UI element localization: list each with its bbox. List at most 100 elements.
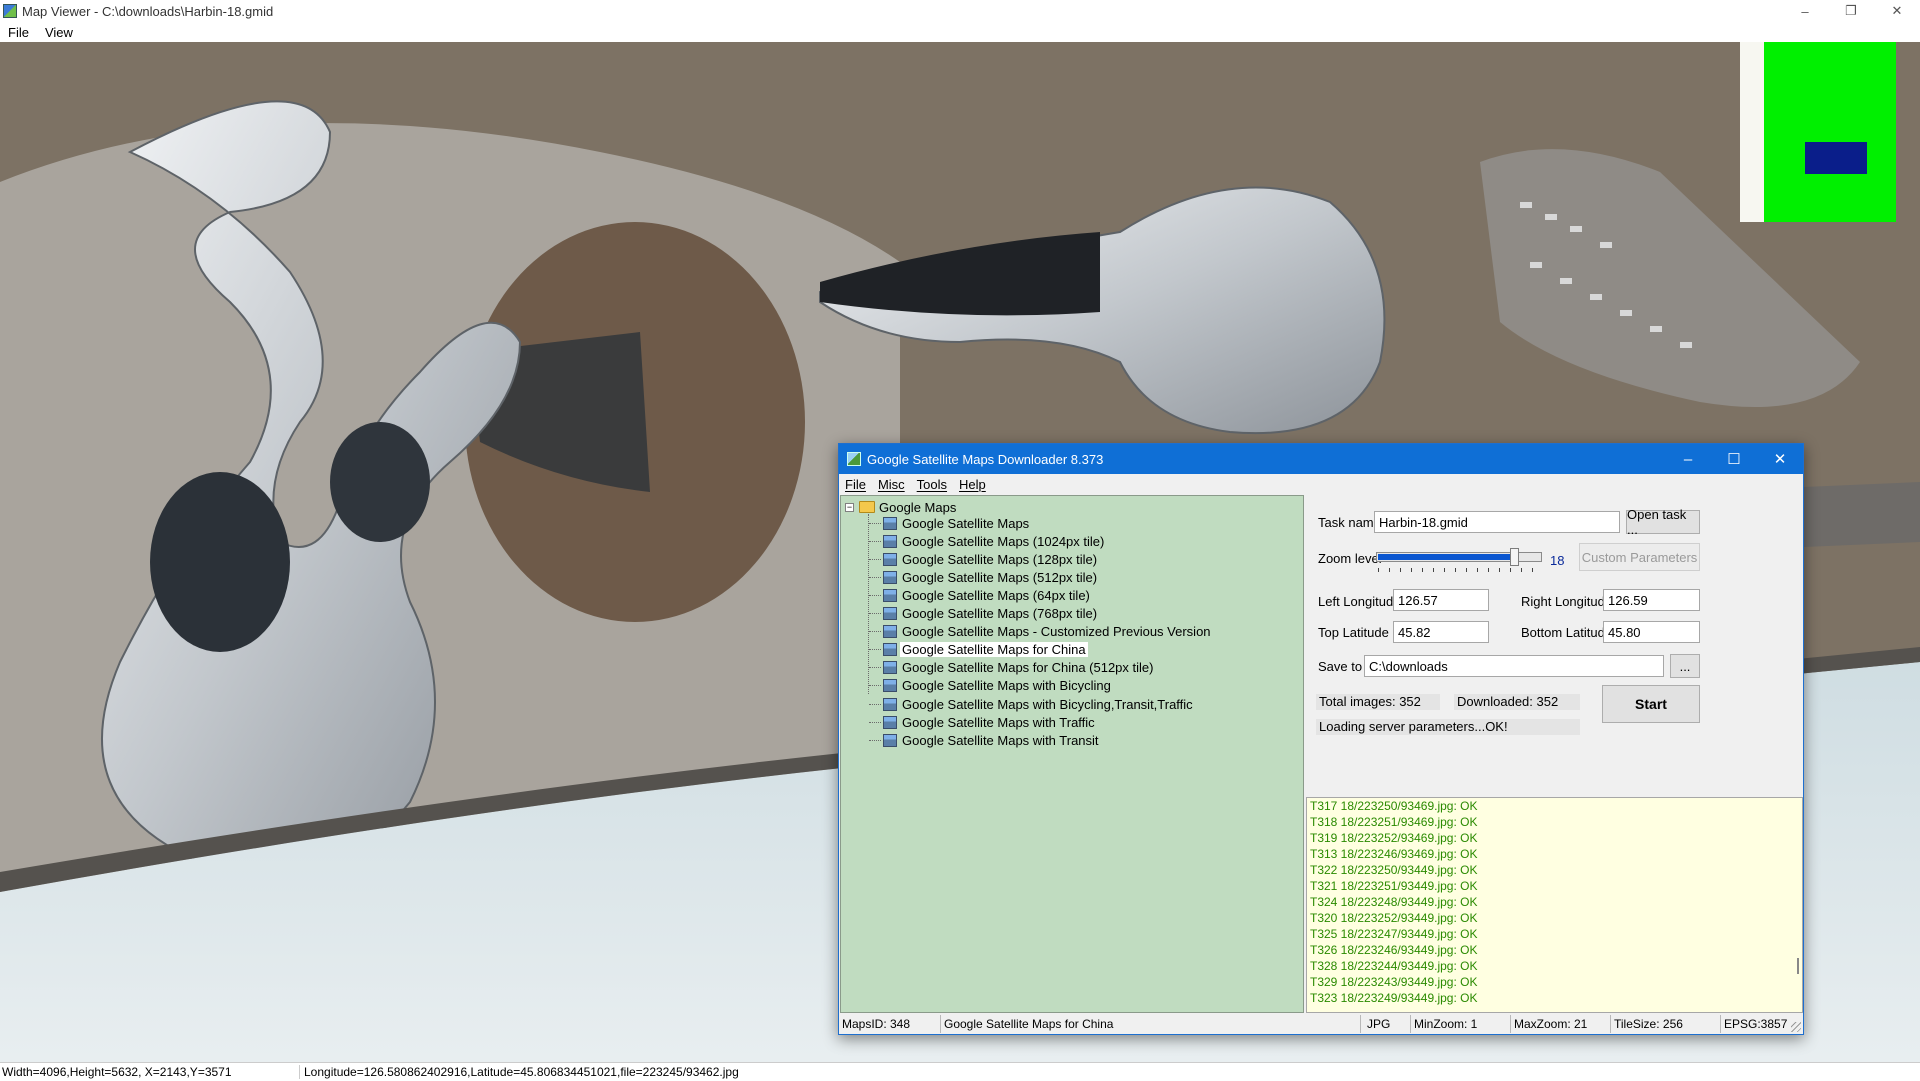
tree-connector [869,540,881,542]
viewer-menubar: File View [0,22,1920,42]
task-status-readout: Loading server parameters...OK! [1316,719,1580,735]
tree-item-label: Google Satellite Maps (768px tile) [902,606,1098,621]
dialog-window-controls: – ☐ ✕ [1665,444,1803,474]
left-longitude-input[interactable] [1393,589,1489,611]
tree-item-map-type[interactable]: Google Satellite Maps with Transit [869,731,1099,749]
tree-item-label: Google Satellite Maps (64px tile) [902,587,1090,603]
zoom-slider-ticks [1378,568,1540,572]
tree-item-map-type[interactable]: Google Satellite Maps (768px tile) [869,605,1097,623]
tree-item-map-type[interactable]: Google Satellite Maps with Bicycling,Tra… [869,695,1193,713]
close-icon[interactable]: ✕ [1757,444,1803,474]
bottom-latitude-input[interactable] [1603,621,1700,643]
overview-viewport-marker[interactable] [1805,142,1867,174]
status-maps-id: MapsID: 348 [839,1015,941,1033]
tree-connector [869,703,881,705]
restore-icon[interactable]: ❐ [1828,0,1874,22]
tree-item-label: Google Satellite Maps for China (512px t… [902,660,1154,676]
status-map-name: Google Satellite Maps for China [941,1015,1361,1033]
tree-item-map-type[interactable]: Google Satellite Maps with Bicycling [869,677,1111,695]
start-button[interactable]: Start [1602,685,1700,723]
tree-connector [869,739,881,741]
menu-file[interactable]: File [839,477,872,492]
map-layer-icon [883,552,897,566]
resize-grip-icon[interactable] [1791,1022,1801,1032]
minimize-icon[interactable]: – [1665,444,1711,474]
tree-item-map-type[interactable]: Google Satellite Maps for China (512px t… [869,659,1153,677]
folder-open-icon [859,501,875,513]
tree-connector [869,522,881,524]
tree-item-map-type[interactable]: Google Satellite Maps with Traffic [869,713,1095,731]
right-longitude-input[interactable] [1603,589,1700,611]
log-line: T325 18/223247/93449.jpg: OK [1310,927,1478,941]
map-type-tree[interactable]: − Google Maps Google Satellite Maps Googl… [840,495,1304,1013]
tree-connector [869,558,881,560]
close-icon[interactable]: ✕ [1874,0,1920,22]
collapse-icon[interactable]: − [845,502,854,512]
tree-item-map-type[interactable]: Google Satellite Maps - Customized Previ… [869,623,1211,641]
viewer-menu-view[interactable]: View [37,25,81,40]
map-layer-icon [883,697,897,711]
tree-item-map-type[interactable]: Google Satellite Maps [869,514,1029,532]
viewer-title: Map Viewer - C:\downloads\Harbin-18.gmid [22,3,274,19]
log-scrollbar-thumb[interactable] [1797,958,1799,974]
viewer-menu-file[interactable]: File [0,25,37,40]
tree-connector [869,576,881,578]
log-line: T319 18/223252/93469.jpg: OK [1310,831,1478,845]
save-to-label: Save to [1318,659,1363,674]
browse-folder-button[interactable]: ... [1670,654,1700,678]
tree-item-map-type[interactable]: Google Satellite Maps (128px tile) [869,550,1097,568]
dialog-title: Google Satellite Maps Downloader 8.373 [867,451,1104,467]
map-layer-icon [883,570,897,584]
save-to-input[interactable] [1364,655,1664,677]
top-latitude-input[interactable] [1393,621,1489,643]
open-task-button[interactable]: Open task ... [1626,507,1700,537]
log-line: T318 18/223251/93469.jpg: OK [1310,815,1478,829]
tree-root-google-maps[interactable]: − Google Maps [845,499,956,515]
image-info: Width=4096,Height=5632, X=2143,Y=3571 [0,1065,300,1079]
log-line: T321 18/223251/93449.jpg: OK [1310,879,1478,893]
status-min-zoom: MinZoom: 1 [1411,1015,1511,1033]
tree-item-label: Google Satellite Maps for China [900,642,1088,658]
tree-item-map-type[interactable]: Google Satellite Maps (64px tile) [869,586,1090,604]
tree-item-map-type[interactable]: Google Satellite Maps for China [869,641,1088,659]
menu-tools[interactable]: Tools [911,477,953,492]
log-line: T329 18/223243/93449.jpg: OK [1310,975,1478,989]
tree-item-label: Google Satellite Maps [902,515,1030,531]
status-format: JPG [1361,1015,1411,1033]
tree-item-map-type[interactable]: Google Satellite Maps (512px tile) [869,568,1097,586]
zoom-slider-thumb[interactable] [1510,548,1519,566]
tree-connector [869,721,881,723]
map-layer-icon [883,516,897,530]
tree-item-label: Google Satellite Maps - Customized Previ… [902,624,1211,640]
maximize-icon[interactable]: ☐ [1711,444,1757,474]
zoom-slider-fill [1378,554,1517,560]
map-layer-icon [883,715,897,729]
task-name-input[interactable] [1374,511,1620,533]
status-tile-size: TileSize: 256 [1611,1015,1721,1033]
minimize-icon[interactable]: – [1782,0,1828,22]
zoom-level-value: 18 [1550,553,1565,568]
log-line: T313 18/223246/93469.jpg: OK [1310,847,1478,861]
log-line: T328 18/223244/93449.jpg: OK [1310,959,1478,973]
custom-parameters-button[interactable]: Custom Parameters [1579,543,1700,571]
overview-map[interactable] [1740,42,1896,222]
zoom-level-slider[interactable] [1306,543,1546,577]
dialog-titlebar[interactable]: Google Satellite Maps Downloader 8.373 –… [839,444,1803,474]
overview-area [1764,42,1896,222]
viewer-titlebar: Map Viewer - C:\downloads\Harbin-18.gmid… [0,0,1920,22]
map-layer-icon [883,625,897,639]
tree-connector [869,631,881,633]
log-scrollbar[interactable] [1790,798,1802,1012]
tree-item-map-type[interactable]: Google Satellite Maps (1024px tile) [869,532,1104,550]
tree-item-label: Google Satellite Maps (1024px tile) [902,533,1105,549]
dialog-statusbar: MapsID: 348 Google Satellite Maps for Ch… [839,1014,1803,1034]
map-viewer-app-icon [3,4,17,18]
tree-connector [869,613,881,614]
download-log[interactable]: T317 18/223250/93469.jpg: OK T318 18/2232… [1306,797,1803,1013]
downloaded-readout: Downloaded: 352 [1454,694,1580,710]
menu-misc[interactable]: Misc [872,477,911,492]
log-line: T317 18/223250/93469.jpg: OK [1310,799,1478,813]
menu-help[interactable]: Help [953,477,992,492]
tree-item-label: Google Satellite Maps (512px tile) [902,569,1098,585]
tree-connector [869,685,881,687]
